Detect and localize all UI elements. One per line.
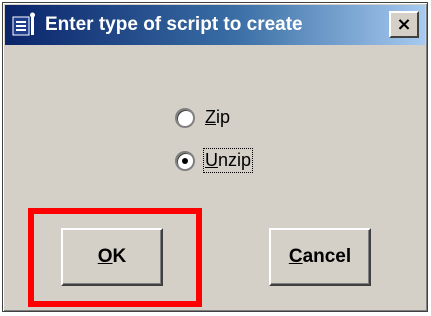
zip-radio-button[interactable] — [175, 107, 195, 128]
radio-option-zip[interactable]: Zip — [175, 107, 230, 128]
close-button[interactable]: × — [389, 11, 419, 38]
window-title: Enter type of script to create — [45, 14, 303, 35]
script-app-icon — [12, 12, 35, 36]
close-icon: × — [396, 13, 412, 35]
unzip-label: Unzip — [202, 148, 254, 173]
cancel-button[interactable]: Cancel — [269, 228, 371, 286]
ok-highlight-annotation — [28, 208, 202, 307]
zip-label: Zip — [205, 107, 231, 127]
cancel-button-label: Cancel — [288, 246, 352, 267]
title-bar[interactable]: Enter type of script to create × — [5, 5, 425, 45]
radio-option-unzip[interactable]: Unzip — [175, 148, 254, 173]
unzip-radio-button[interactable] — [175, 150, 195, 171]
